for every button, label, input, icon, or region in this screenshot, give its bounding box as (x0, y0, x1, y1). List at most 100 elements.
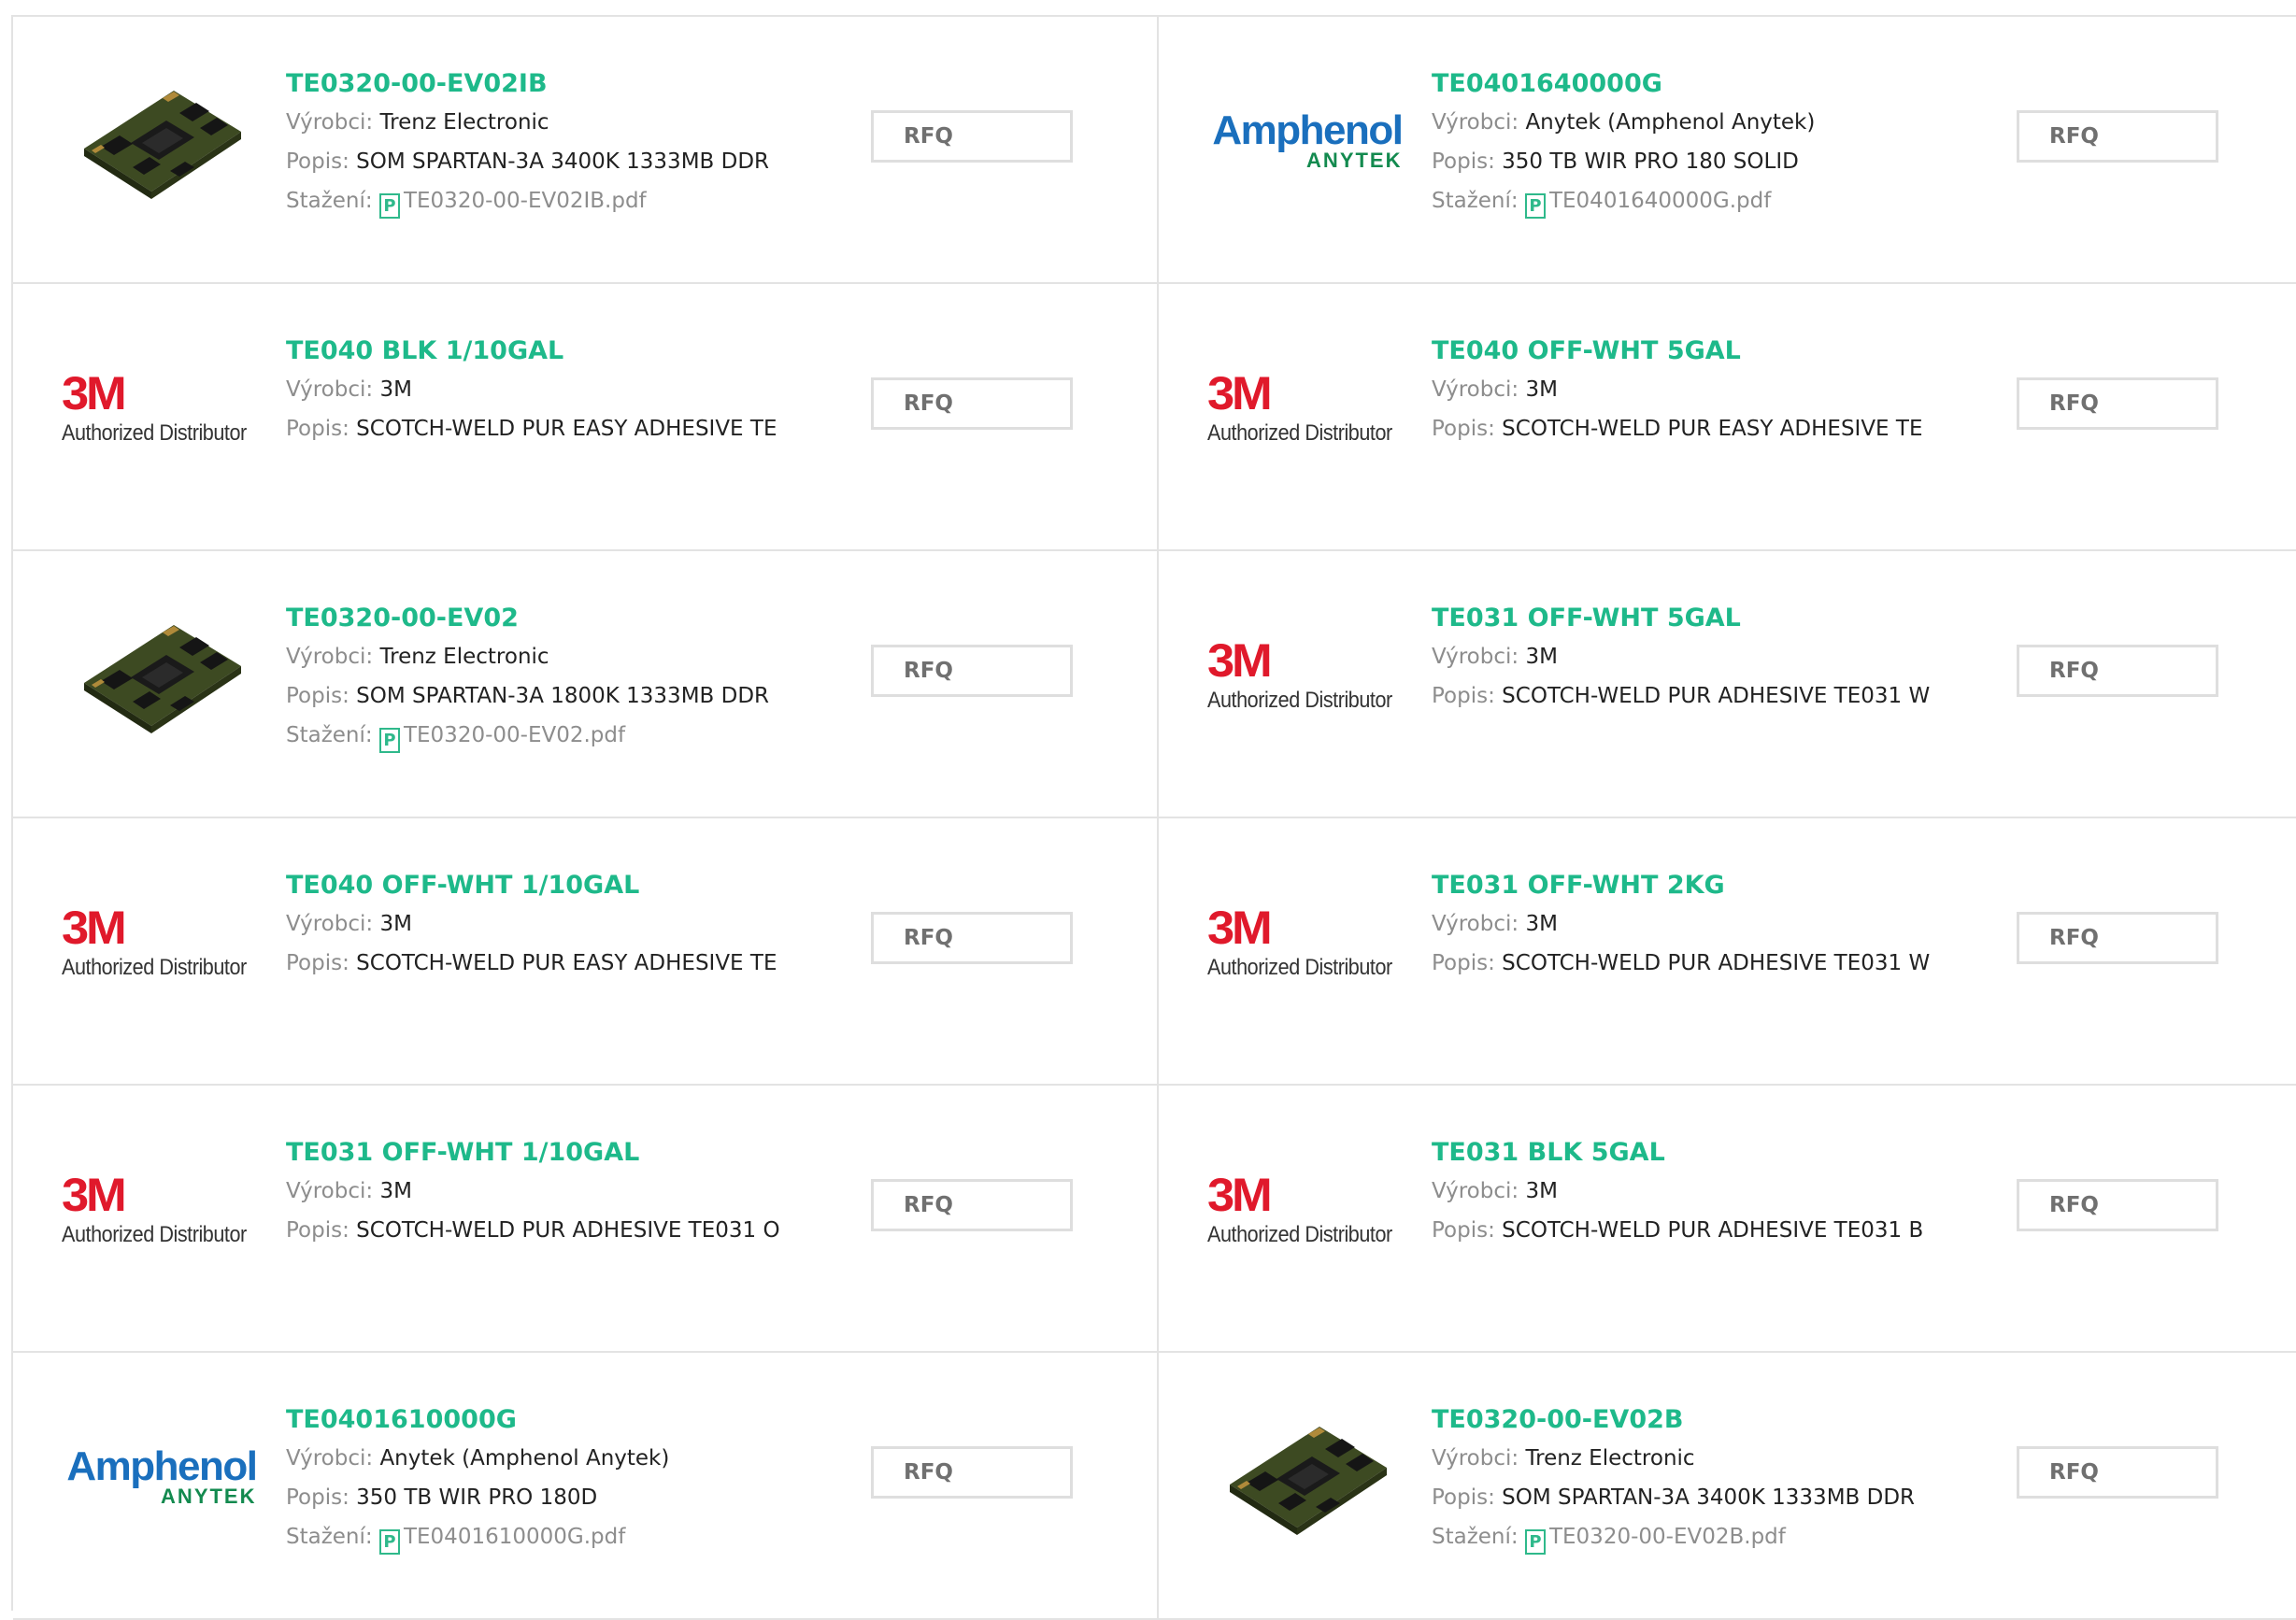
manufacturer-logo[interactable]: 3M Authorized Distributor (1196, 1140, 1417, 1280)
product-card: TE0320-00-EV02 Výrobci: Trenz Electronic… (13, 551, 1159, 818)
rfq-button[interactable]: RFQ (2017, 110, 2218, 163)
description-label: Popis: (1432, 684, 1495, 708)
datasheet-filename: TE0401640000G.pdf (1548, 189, 1772, 213)
download-row: Stažení: P TE0320-00-EV02.pdf (286, 716, 809, 755)
manufacturer-label: Výrobci: (1432, 110, 1519, 135)
product-card: TE0320-00-EV02B Výrobci: Trenz Electroni… (1159, 1353, 2296, 1620)
manufacturer-value: 3M (1525, 645, 1558, 669)
datasheet-link[interactable]: P TE0320-00-EV02IB.pdf (378, 189, 647, 219)
datasheet-link[interactable]: P TE0401610000G.pdf (378, 1525, 626, 1555)
description-label: Popis: (286, 1218, 349, 1243)
rfq-button[interactable]: RFQ (871, 645, 1073, 697)
rfq-button[interactable]: RFQ (871, 377, 1073, 430)
manufacturer-row: Výrobci: 3M (286, 904, 809, 944)
product-title-link[interactable]: TE040 BLK 1/10GAL (286, 333, 809, 370)
rfq-button[interactable]: RFQ (871, 912, 1073, 964)
description-row: Popis: SOM SPARTAN-3A 3400K 1333MB DDR (286, 142, 809, 181)
product-title-link[interactable]: TE031 OFF-WHT 5GAL (1432, 600, 1955, 637)
description-value: 350 TB WIR PRO 180 SOLID (1502, 149, 1799, 174)
description-label: Popis: (1432, 417, 1495, 441)
datasheet-filename: TE0401610000G.pdf (403, 1525, 626, 1549)
manufacturer-logo[interactable]: 3M Authorized Distributor (1196, 605, 1417, 746)
manufacturer-logo[interactable]: 3M Authorized Distributor (1196, 338, 1417, 478)
product-card: TE0320-00-EV02IB Výrobci: Trenz Electron… (13, 17, 1159, 284)
amphenol-logo-mark: Amphenol (66, 1443, 258, 1489)
fpga-board-image (84, 625, 241, 733)
manufacturer-logo[interactable]: Amphenol ANYTEK (1196, 71, 1417, 211)
manufacturer-row: Výrobci: 3M (286, 370, 809, 409)
rfq-button[interactable]: RFQ (2017, 912, 2218, 964)
description-row: Popis: SCOTCH-WELD PUR ADHESIVE TE031 W (1432, 676, 1955, 716)
product-info: TE031 OFF-WHT 1/10GAL Výrobci: 3M Popis:… (286, 1134, 809, 1250)
manufacturer-logo[interactable] (50, 605, 271, 746)
product-info: TE0320-00-EV02 Výrobci: Trenz Electronic… (286, 600, 809, 755)
manufacturer-logo[interactable]: 3M Authorized Distributor (50, 873, 271, 1013)
download-label: Stažení: (286, 189, 373, 213)
manufacturer-label: Výrobci: (1432, 912, 1519, 936)
rfq-button[interactable]: RFQ (2017, 377, 2218, 430)
product-card: 3M Authorized Distributor TE040 OFF-WHT 5… (1159, 284, 2296, 551)
product-title-link[interactable]: TE040 OFF-WHT 5GAL (1432, 333, 1955, 370)
product-title-link[interactable]: TE031 OFF-WHT 2KG (1432, 867, 1955, 904)
manufacturer-logo[interactable]: 3M Authorized Distributor (1196, 873, 1417, 1013)
datasheet-filename: TE0320-00-EV02B.pdf (1548, 1525, 1786, 1549)
datasheet-link[interactable]: P TE0320-00-EV02B.pdf (1524, 1525, 1786, 1555)
description-row: Popis: SCOTCH-WELD PUR ADHESIVE TE031 W (1432, 944, 1955, 983)
rfq-button[interactable]: RFQ (2017, 1179, 2218, 1231)
manufacturer-row: Výrobci: Anytek (Amphenol Anytek) (286, 1439, 809, 1478)
manufacturer-row: Výrobci: 3M (1432, 904, 1955, 944)
manufacturer-logo[interactable]: 3M Authorized Distributor (50, 1140, 271, 1280)
3m-logo: 3M Authorized Distributor (62, 370, 260, 447)
amphenol-logo-mark: Amphenol (1212, 107, 1404, 153)
description-row: Popis: SCOTCH-WELD PUR EASY ADHESIVE TE (286, 409, 809, 448)
description-value: SCOTCH-WELD PUR ADHESIVE TE031 O (356, 1218, 780, 1243)
description-row: Popis: SCOTCH-WELD PUR EASY ADHESIVE TE (286, 944, 809, 983)
download-row: Stažení: P TE0320-00-EV02B.pdf (1432, 1517, 1955, 1556)
manufacturer-value: 3M (1525, 377, 1558, 402)
description-label: Popis: (286, 951, 349, 975)
product-title-link[interactable]: TE0401640000G (1432, 65, 1955, 103)
datasheet-link[interactable]: P TE0320-00-EV02.pdf (378, 723, 626, 753)
manufacturer-value: 3M (379, 1179, 412, 1203)
product-title-link[interactable]: TE031 OFF-WHT 1/10GAL (286, 1134, 809, 1172)
fpga-board-image (1230, 1427, 1387, 1535)
download-label: Stažení: (286, 1525, 373, 1549)
rfq-button[interactable]: RFQ (871, 1179, 1073, 1231)
3m-logo-mark: 3M (1207, 367, 1273, 419)
manufacturer-logo[interactable] (50, 71, 271, 211)
product-card: 3M Authorized Distributor TE031 OFF-WHT 2… (1159, 818, 2296, 1086)
product-title-link[interactable]: TE0320-00-EV02 (286, 600, 809, 637)
manufacturer-logo[interactable] (1196, 1407, 1417, 1547)
product-title-link[interactable]: TE040 OFF-WHT 1/10GAL (286, 867, 809, 904)
product-title-link[interactable]: TE0401610000G (286, 1401, 809, 1439)
manufacturer-logo[interactable]: Amphenol ANYTEK (50, 1407, 271, 1547)
manufacturer-row: Výrobci: Trenz Electronic (286, 103, 809, 142)
manufacturer-logo[interactable]: 3M Authorized Distributor (50, 338, 271, 478)
product-info: TE031 BLK 5GAL Výrobci: 3M Popis: SCOTCH… (1432, 1134, 1955, 1250)
description-value: SCOTCH-WELD PUR ADHESIVE TE031 W (1502, 951, 1931, 975)
pdf-icon: P (378, 193, 400, 219)
manufacturer-label: Výrobci: (1432, 1446, 1519, 1471)
product-title-link[interactable]: TE0320-00-EV02IB (286, 65, 809, 103)
description-label: Popis: (1432, 149, 1495, 174)
3m-logo-subtitle: Authorized Distributor (62, 955, 247, 980)
rfq-button[interactable]: RFQ (2017, 1446, 2218, 1499)
manufacturer-label: Výrobci: (286, 1446, 374, 1471)
rfq-button[interactable]: RFQ (871, 110, 1073, 163)
manufacturer-row: Výrobci: Anytek (Amphenol Anytek) (1432, 103, 1955, 142)
product-card: Amphenol ANYTEK TE0401640000G Výrobci: An… (1159, 17, 2296, 284)
description-value: 350 TB WIR PRO 180D (356, 1485, 598, 1510)
product-info: TE040 OFF-WHT 1/10GAL Výrobci: 3M Popis:… (286, 867, 809, 983)
rfq-button[interactable]: RFQ (2017, 645, 2218, 697)
product-title-link[interactable]: TE031 BLK 5GAL (1432, 1134, 1955, 1172)
3m-logo-subtitle: Authorized Distributor (1207, 955, 1392, 980)
rfq-button[interactable]: RFQ (871, 1446, 1073, 1499)
description-label: Popis: (286, 684, 349, 708)
datasheet-link[interactable]: P TE0401640000G.pdf (1524, 189, 1772, 219)
3m-logo: 3M Authorized Distributor (1207, 637, 1405, 714)
3m-logo-subtitle: Authorized Distributor (62, 1222, 247, 1247)
datasheet-filename: TE0320-00-EV02.pdf (403, 723, 626, 747)
product-info: TE040 BLK 1/10GAL Výrobci: 3M Popis: SCO… (286, 333, 809, 448)
product-card: 3M Authorized Distributor TE031 OFF-WHT 5… (1159, 551, 2296, 818)
product-title-link[interactable]: TE0320-00-EV02B (1432, 1401, 1955, 1439)
